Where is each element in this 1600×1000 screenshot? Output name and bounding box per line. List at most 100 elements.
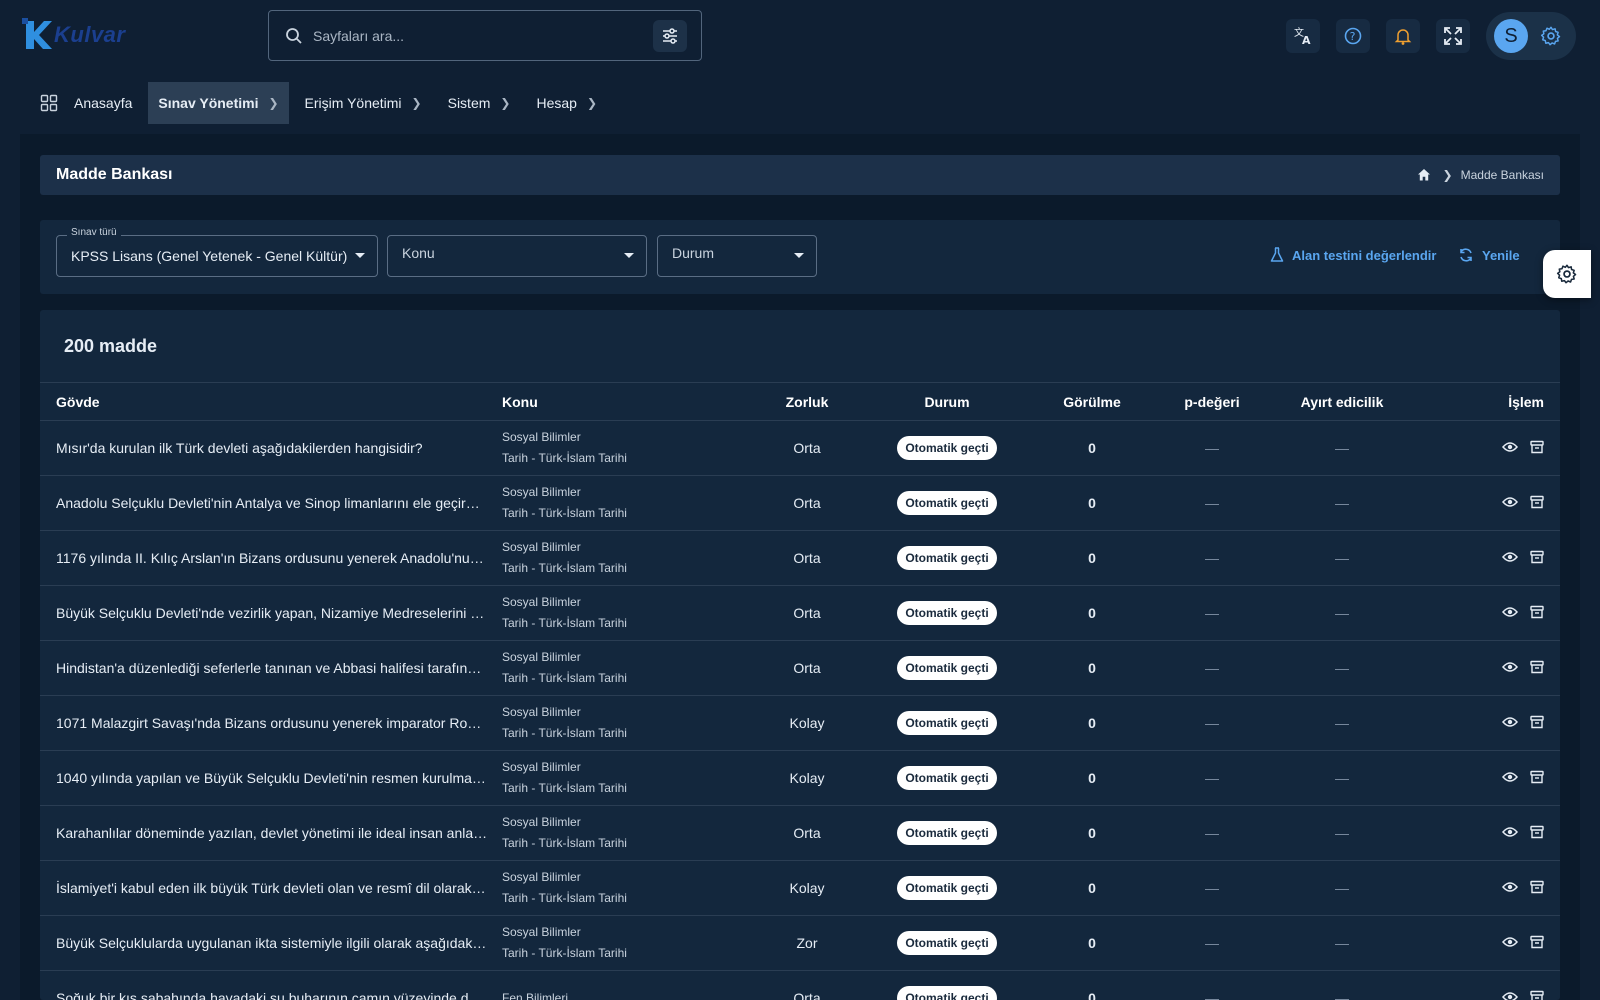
topic-area: Sosyal Bilimler: [502, 485, 581, 499]
header-difficulty[interactable]: Zorluk: [752, 382, 862, 421]
topic-subject: Tarih - Türk-İslam Tarihi: [502, 891, 627, 905]
fullscreen-button[interactable]: [1436, 19, 1470, 53]
header-body[interactable]: Gövde: [40, 382, 502, 421]
eye-icon[interactable]: [1502, 661, 1518, 673]
table-row[interactable]: 1040 yılında yapılan ve Büyük Selçuklu D…: [40, 750, 1560, 806]
search-filter-button[interactable]: [653, 20, 687, 52]
table-row[interactable]: Mısır'da kurulan ilk Türk devleti aşağıd…: [40, 420, 1560, 476]
settings-gear-icon[interactable]: [1540, 25, 1562, 47]
row-actions: [1490, 550, 1544, 564]
header-action: İşlem: [1412, 382, 1560, 421]
cell-body: Büyük Selçuklu Devleti'nde vezirlik yapa…: [40, 585, 502, 641]
archive-icon[interactable]: [1530, 825, 1544, 839]
table-row[interactable]: Hindistan'a düzenlediği seferlerle tanın…: [40, 640, 1560, 696]
row-actions: [1490, 495, 1544, 509]
row-actions: [1490, 935, 1544, 949]
cell-seen: 0: [1032, 970, 1152, 1000]
topic-select[interactable]: Konu: [387, 235, 647, 277]
status-badge: Otomatik geçti: [897, 821, 997, 845]
archive-icon[interactable]: [1530, 770, 1544, 784]
eye-icon[interactable]: [1502, 496, 1518, 508]
archive-icon[interactable]: [1530, 715, 1544, 729]
row-actions: [1490, 660, 1544, 674]
eye-icon[interactable]: [1502, 771, 1518, 783]
eye-icon[interactable]: [1502, 551, 1518, 563]
refresh-icon: [1460, 248, 1472, 262]
avatar[interactable]: S: [1494, 19, 1528, 53]
cell-topic: Sosyal Bilimler Tarih - Türk-İslam Tarihi: [502, 640, 752, 696]
cell-body: Anadolu Selçuklu Devleti'nin Antalya ve …: [40, 475, 502, 531]
item-body-text[interactable]: Büyük Selçuklu Devleti'nde vezirlik yapa…: [56, 605, 488, 621]
table-row[interactable]: Soğuk bir kış sabahında havadaki su buha…: [40, 970, 1560, 1000]
header-status[interactable]: Durum: [862, 382, 1032, 421]
cell-status: Otomatik geçti: [862, 750, 1032, 806]
nav-item-system[interactable]: Sistem ❯: [438, 82, 521, 124]
eye-icon[interactable]: [1502, 441, 1518, 453]
nav-item-access-management[interactable]: Erişim Yönetimi ❯: [295, 82, 432, 124]
archive-icon[interactable]: [1530, 660, 1544, 674]
notifications-button[interactable]: [1386, 19, 1420, 53]
nav-label: Sistem: [447, 95, 491, 111]
table-row[interactable]: İslamiyet'i kabul eden ilk büyük Türk de…: [40, 860, 1560, 916]
status-badge: Otomatik geçti: [897, 711, 997, 735]
user-menu[interactable]: S: [1486, 12, 1576, 60]
header-discrimination[interactable]: Ayırt edicilik: [1272, 382, 1412, 421]
item-body-text[interactable]: Soğuk bir kış sabahında havadaki su buha…: [56, 990, 488, 1000]
table-row[interactable]: 1071 Malazgirt Savaşı'nda Bizans ordusun…: [40, 695, 1560, 751]
logo[interactable]: Kulvar: [22, 18, 125, 52]
evaluate-field-test-button[interactable]: Alan testini değerlendir: [1270, 247, 1436, 263]
cell-discrimination: —: [1272, 695, 1412, 751]
archive-icon[interactable]: [1530, 495, 1544, 509]
table-row[interactable]: 1176 yılında II. Kılıç Arslan'ın Bizans …: [40, 530, 1560, 586]
table-row[interactable]: Büyük Selçuklu Devleti'nde vezirlik yapa…: [40, 585, 1560, 641]
eye-icon[interactable]: [1502, 881, 1518, 893]
eye-icon[interactable]: [1502, 936, 1518, 948]
exam-type-select[interactable]: Sınav türü KPSS Lisans (Genel Yetenek - …: [56, 227, 378, 277]
eye-icon[interactable]: [1502, 826, 1518, 838]
table-row[interactable]: Karahanlılar döneminde yazılan, devlet y…: [40, 805, 1560, 861]
eye-icon[interactable]: [1502, 716, 1518, 728]
cell-body: 1071 Malazgirt Savaşı'nda Bizans ordusun…: [40, 695, 502, 751]
status-select[interactable]: Durum: [657, 235, 817, 277]
table-row[interactable]: Anadolu Selçuklu Devleti'nin Antalya ve …: [40, 475, 1560, 531]
nav-label: Erişim Yönetimi: [304, 95, 402, 111]
item-body-text[interactable]: 1071 Malazgirt Savaşı'nda Bizans ordusun…: [56, 715, 488, 731]
chevron-right-icon: ❯: [268, 96, 279, 110]
cell-actions: [1412, 530, 1560, 586]
home-icon[interactable]: [1417, 168, 1431, 182]
item-body-text[interactable]: 1176 yılında II. Kılıç Arslan'ın Bizans …: [56, 550, 488, 566]
archive-icon[interactable]: [1530, 880, 1544, 894]
refresh-button[interactable]: Yenile: [1458, 247, 1520, 263]
item-body-text[interactable]: 1040 yılında yapılan ve Büyük Selçuklu D…: [56, 770, 488, 786]
status-badge: Otomatik geçti: [897, 491, 997, 515]
table-row[interactable]: Büyük Selçuklularda uygulanan ikta siste…: [40, 915, 1560, 971]
nav-item-home[interactable]: Anasayfa: [30, 82, 142, 124]
archive-icon[interactable]: [1530, 550, 1544, 564]
item-body-text[interactable]: Büyük Selçuklularda uygulanan ikta siste…: [56, 935, 488, 951]
item-body-text[interactable]: Karahanlılar döneminde yazılan, devlet y…: [56, 825, 488, 841]
nav-item-exam-management[interactable]: Sınav Yönetimi ❯: [148, 82, 289, 124]
cell-status: Otomatik geçti: [862, 695, 1032, 751]
header-topic[interactable]: Konu: [502, 382, 752, 421]
topic-subject: Tarih - Türk-İslam Tarihi: [502, 726, 627, 740]
cell-difficulty: Kolay: [752, 695, 862, 751]
archive-icon[interactable]: [1530, 440, 1544, 454]
item-body-text[interactable]: İslamiyet'i kabul eden ilk büyük Türk de…: [56, 880, 488, 896]
item-body-text[interactable]: Anadolu Selçuklu Devleti'nin Antalya ve …: [56, 495, 488, 511]
translate-button[interactable]: 文 A: [1286, 19, 1320, 53]
floating-settings-button[interactable]: [1543, 250, 1591, 298]
header-p-value[interactable]: p-değeri: [1152, 382, 1272, 421]
header-seen[interactable]: Görülme: [1032, 382, 1152, 421]
filter-bar: Sınav türü KPSS Lisans (Genel Yetenek - …: [40, 220, 1560, 294]
nav-item-account[interactable]: Hesap ❯: [526, 82, 607, 124]
help-button[interactable]: ?: [1336, 19, 1370, 53]
archive-icon[interactable]: [1530, 605, 1544, 619]
eye-icon[interactable]: [1502, 606, 1518, 618]
archive-icon[interactable]: [1530, 990, 1544, 1000]
eye-icon[interactable]: [1502, 991, 1518, 1000]
search-box[interactable]: Sayfaları ara...: [268, 10, 702, 61]
search-input[interactable]: Sayfaları ara...: [313, 28, 404, 44]
item-body-text[interactable]: Hindistan'a düzenlediği seferlerle tanın…: [56, 660, 488, 676]
item-body-text[interactable]: Mısır'da kurulan ilk Türk devleti aşağıd…: [56, 440, 488, 456]
archive-icon[interactable]: [1530, 935, 1544, 949]
